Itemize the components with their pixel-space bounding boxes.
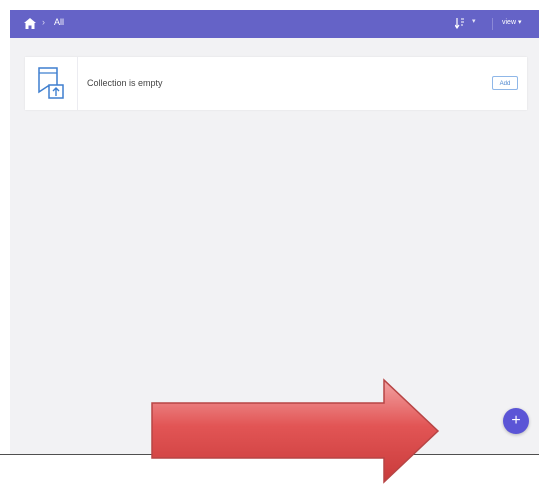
sort-icon[interactable] [455,17,465,29]
add-button[interactable]: Add [492,76,518,90]
breadcrumb-all[interactable]: All [54,17,64,27]
collection-upload-icon [38,67,64,99]
empty-collection-card: Collection is empty Add [25,57,527,110]
breadcrumb-separator: › [42,17,45,27]
add-fab-button[interactable]: + [503,408,529,434]
sort-caret[interactable]: ▾ [472,17,476,25]
view-menu-button[interactable]: view ▾ [502,18,521,26]
card-icon-area [25,57,78,110]
empty-message: Collection is empty [87,78,163,88]
top-bar: › All ▾ view ▾ [10,10,539,38]
red-right-arrow [151,378,440,484]
topbar-divider [492,18,493,30]
home-icon[interactable] [24,18,36,29]
